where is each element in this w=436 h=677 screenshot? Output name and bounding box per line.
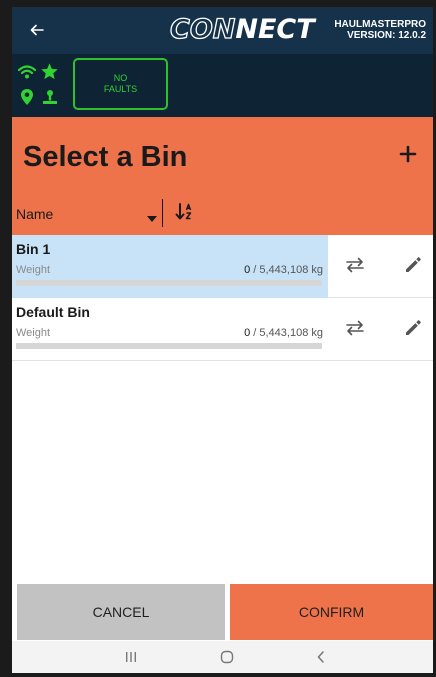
wifi-icon [17, 64, 37, 85]
recent-apps-button[interactable] [121, 649, 141, 665]
bin-weight-capacity: 5,443,108 [259, 264, 309, 276]
back-button[interactable] [26, 19, 48, 41]
bin-weight-current: 0 [244, 327, 251, 339]
operator-icon [42, 89, 58, 110]
bin-list: Bin 1 Weight 0 / 5,443,108 kg Default Bi… [12, 235, 433, 361]
faults-line1: NO [113, 73, 128, 83]
sort-ascending-icon [175, 203, 192, 220]
bin-weight-current: 0 [244, 264, 251, 276]
add-bin-button[interactable] [397, 143, 419, 165]
app-screen: CONNECT HAULMASTERPRO VERSION: 12.0.2 NO… [12, 7, 433, 673]
bin-weight-label: Weight [16, 327, 51, 339]
app-version: VERSION: 12.0.2 [347, 30, 426, 41]
device-bezel-left [0, 0, 12, 677]
app-name: HAULMASTERPRO [334, 19, 426, 30]
edit-bin-button[interactable] [401, 316, 425, 340]
bin-info[interactable]: Default Bin Weight 0 / 5,443,108 kg [12, 298, 328, 361]
status-bar: NO FAULTS [12, 54, 433, 117]
home-button[interactable] [217, 649, 237, 665]
swap-arrows-icon [346, 257, 364, 273]
star-icon [40, 62, 59, 86]
sort-field-select[interactable]: Name [16, 206, 53, 222]
arrow-left-icon [30, 24, 44, 36]
device-bezel-bottom [0, 673, 436, 677]
system-nav-bar [12, 641, 433, 673]
sort-direction-button[interactable] [174, 201, 196, 223]
logo-text-solid: NECT [235, 14, 315, 45]
transfer-button[interactable] [343, 316, 367, 340]
bin-weight-bar [16, 343, 322, 349]
bin-name: Default Bin [16, 304, 90, 320]
sort-controls: Name [12, 189, 433, 235]
sort-divider [162, 199, 163, 227]
device-bezel-top [0, 0, 436, 7]
footer-actions: CANCEL CONFIRM [12, 583, 433, 641]
plus-icon [399, 145, 417, 163]
bin-info[interactable]: Bin 1 Weight 0 / 5,443,108 kg [12, 235, 328, 298]
status-icons [17, 62, 62, 111]
bin-row[interactable]: Bin 1 Weight 0 / 5,443,108 kg [12, 235, 433, 298]
edit-bin-button[interactable] [401, 253, 425, 277]
location-pin-icon [20, 88, 34, 111]
faults-status-button[interactable]: NO FAULTS [73, 58, 168, 110]
confirm-button[interactable]: CONFIRM [230, 584, 433, 640]
pencil-icon [406, 320, 421, 335]
app-info: HAULMASTERPRO VERSION: 12.0.2 [334, 19, 426, 41]
connect-logo: CONNECT [169, 13, 315, 46]
bin-weight-value: 0 / 5,443,108 kg [244, 264, 323, 276]
bin-row[interactable]: Default Bin Weight 0 / 5,443,108 kg [12, 298, 433, 361]
home-circle-icon [220, 650, 234, 664]
app-header: CONNECT HAULMASTERPRO VERSION: 12.0.2 [12, 7, 433, 54]
cancel-button[interactable]: CANCEL [17, 584, 225, 640]
bin-weight-bar [16, 280, 322, 286]
logo-text-outlined: CON [169, 13, 236, 45]
recent-apps-icon [126, 652, 136, 662]
bin-weight-unit: kg [311, 327, 323, 339]
bin-weight-capacity: 5,443,108 [259, 327, 309, 339]
chevron-left-icon [317, 651, 324, 663]
bin-name: Bin 1 [16, 241, 51, 257]
system-back-button[interactable] [311, 649, 331, 665]
bin-weight-value: 0 / 5,443,108 kg [244, 327, 323, 339]
caret-down-icon[interactable] [147, 209, 157, 227]
page-title: Select a Bin [23, 141, 188, 173]
swap-arrows-icon [346, 320, 364, 336]
transfer-button[interactable] [343, 253, 367, 277]
faults-line2: FAULTS [103, 84, 138, 94]
bin-weight-unit: kg [311, 264, 323, 276]
title-area: Select a Bin Name [12, 117, 433, 235]
bin-weight-label: Weight [16, 264, 51, 276]
pencil-icon [406, 257, 421, 272]
